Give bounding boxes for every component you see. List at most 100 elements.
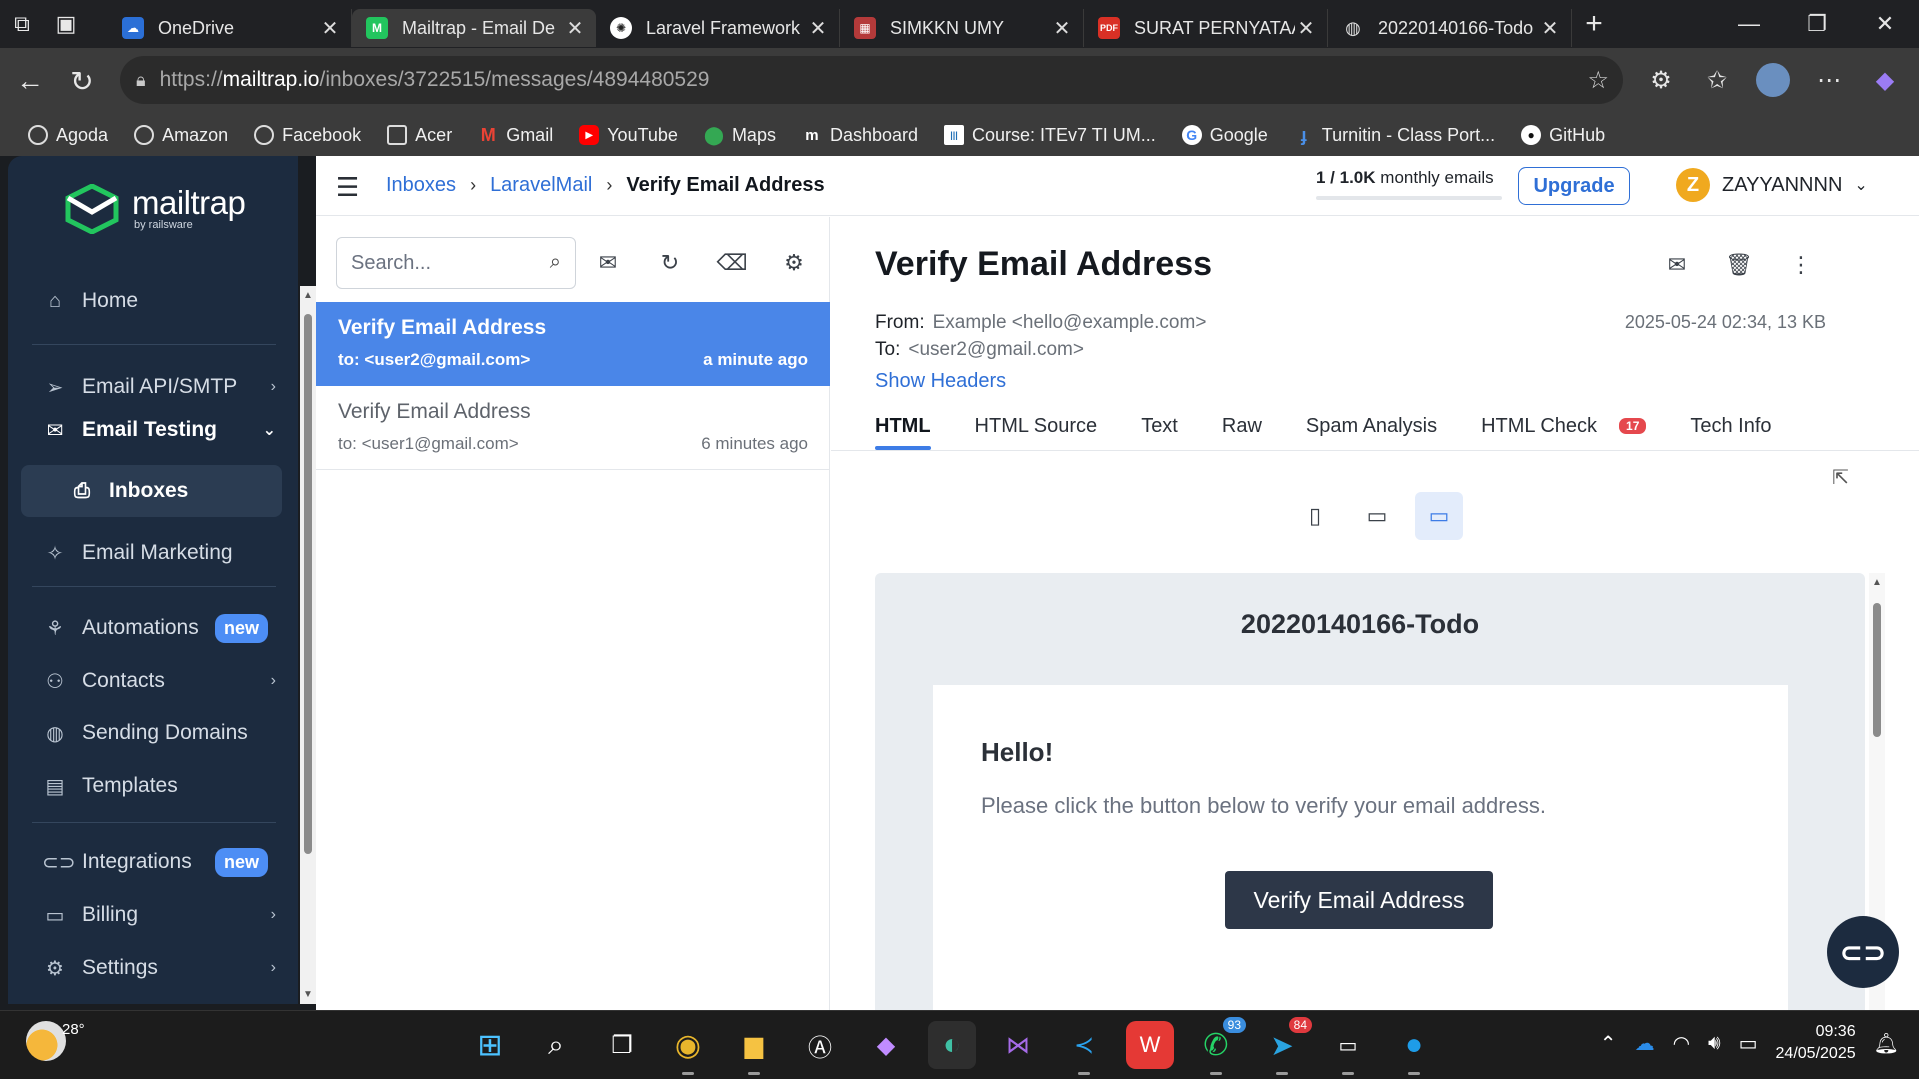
sidebar-item-inboxes[interactable]: ⎙ Inboxes <box>21 465 282 517</box>
chat-support-button[interactable]: ⊂⊃ <box>1827 916 1899 988</box>
file-explorer-icon[interactable]: ▆ <box>730 1021 778 1075</box>
sidebar-item-settings[interactable]: ⚙ Settings › <box>32 945 290 991</box>
show-headers-link[interactable]: Show Headers <box>875 370 1006 393</box>
chrome-icon[interactable]: ◉ <box>664 1021 712 1075</box>
close-tab-icon[interactable]: ✕ <box>1539 16 1561 41</box>
page-scrollbar[interactable]: ▲ ▼ <box>300 286 316 1004</box>
telegram-icon[interactable]: ➤ 84 <box>1258 1017 1312 1075</box>
vscode-icon[interactable]: ≺ <box>1060 1021 1108 1075</box>
bookmark[interactable]: ● GitHub <box>1511 118 1615 152</box>
lock-icon[interactable]: 🔒︎ <box>136 70 146 91</box>
close-window-icon[interactable]: ✕ <box>1851 0 1919 48</box>
more-menu-icon[interactable]: ⋯ <box>1805 56 1853 104</box>
browser-tab[interactable]: PDF SURAT PERNYATAA ✕ <box>1084 9 1328 47</box>
workspaces-icon[interactable]: ⧉ <box>0 0 44 48</box>
search-input[interactable]: Search... ⌕ <box>336 237 576 289</box>
tab-html-check[interactable]: HTML Check 17 <box>1481 402 1647 450</box>
bookmark[interactable]: ||| Course: ITEv7 TI UM... <box>934 118 1166 152</box>
edge-icon[interactable]: ◐ <box>928 1021 976 1069</box>
open-external-icon[interactable]: ⇱ <box>1832 465 1849 490</box>
copilot-icon[interactable]: ◆ <box>1861 56 1909 104</box>
sidebar-item-automations[interactable]: ⚘ Automations new <box>32 605 290 651</box>
desktop-view-icon[interactable]: ▭ <box>1415 492 1463 540</box>
list-item[interactable]: Verify Email Address to: <user2@gmail.co… <box>316 302 830 386</box>
sidebar-item-contacts[interactable]: ⚇ Contacts › <box>32 658 290 704</box>
restore-icon[interactable]: ❐ <box>1783 0 1851 48</box>
tab-raw[interactable]: Raw <box>1222 402 1262 450</box>
bookmark[interactable]: M Gmail <box>468 118 563 152</box>
new-tab-button[interactable]: + <box>1572 7 1616 41</box>
browser-tab[interactable]: ✺ Laravel Framework ✕ <box>596 9 840 47</box>
refresh-icon[interactable]: ↻ <box>652 245 688 281</box>
copilot-icon[interactable]: ◆ <box>862 1021 910 1069</box>
sidebar-item-templates[interactable]: ▤ Templates <box>32 763 290 809</box>
clean-inbox-icon[interactable]: ⌫ <box>714 245 750 281</box>
minimize-icon[interactable]: — <box>1715 0 1783 48</box>
sidebar-item-sending-domains[interactable]: ◍ Sending Domains <box>32 710 290 756</box>
scrollbar-thumb[interactable] <box>1873 603 1881 737</box>
volume-icon[interactable]: 🔊︎ <box>1708 1032 1721 1055</box>
scrollbar-thumb[interactable] <box>304 314 312 854</box>
sidebar-item-billing[interactable]: ▭ Billing › <box>32 892 290 938</box>
tab-html-source[interactable]: HTML Source <box>975 402 1098 450</box>
sidebar-item-home[interactable]: ⌂ Home <box>32 278 290 324</box>
sidebar-item-integrations[interactable]: ⊂⊃ Integrations new <box>32 839 290 885</box>
gear-icon[interactable]: ⚙ <box>776 245 812 281</box>
mobile-view-icon[interactable]: ▯ <box>1291 492 1339 540</box>
bookmark[interactable]: Agoda <box>18 118 118 152</box>
verify-email-button[interactable]: Verify Email Address <box>1225 871 1493 929</box>
mailtrap-logo[interactable]: mailtrap by railsware <box>64 184 246 234</box>
battery-icon[interactable]: ▭ <box>1739 1031 1758 1056</box>
back-icon[interactable]: ← <box>4 55 56 107</box>
tab-spam-analysis[interactable]: Spam Analysis <box>1306 402 1437 450</box>
close-tab-icon[interactable]: ✕ <box>1051 16 1073 41</box>
chevron-up-icon[interactable]: ⌃ <box>1600 1031 1617 1056</box>
favorite-star-icon[interactable]: ☆ <box>1587 66 1609 95</box>
app-icon[interactable]: ● <box>1390 1021 1438 1075</box>
tablet-view-icon[interactable]: ▭ <box>1353 492 1401 540</box>
browser-tab-active[interactable]: M Mailtrap - Email De ✕ <box>352 9 596 47</box>
close-tab-icon[interactable]: ✕ <box>1295 16 1317 41</box>
bookmark[interactable]: Amazon <box>124 118 238 152</box>
close-tab-icon[interactable]: ✕ <box>807 16 829 41</box>
browser-tab[interactable]: ▦ SIMKKN UMY ✕ <box>840 9 1084 47</box>
scroll-up-icon[interactable]: ▲ <box>1872 577 1882 588</box>
wifi-icon[interactable]: ◠ <box>1673 1031 1690 1056</box>
tab-actions-icon[interactable]: ▣ <box>44 0 88 48</box>
menu-toggle-icon[interactable]: ☰ <box>336 172 359 203</box>
url-field[interactable]: 🔒︎ https://mailtrap.io/inboxes/3722515/m… <box>120 56 1623 104</box>
bookmark[interactable]: G Google <box>1172 118 1278 152</box>
clock[interactable]: 09:36 24/05/2025 <box>1776 1021 1856 1065</box>
browser-tab[interactable]: ☁ OneDrive ✕ <box>108 9 352 47</box>
breadcrumb-inboxes[interactable]: Inboxes <box>386 174 456 197</box>
list-item[interactable]: Verify Email Address to: <user1@gmail.co… <box>316 386 830 470</box>
whatsapp-icon[interactable]: ✆ 93 <box>1192 1017 1246 1075</box>
user-menu[interactable]: Z ZAYYANNNN ⌄ <box>1676 168 1868 202</box>
sidebar-item-email-testing[interactable]: ✉ Email Testing ⌄ <box>32 407 290 453</box>
task-view-icon[interactable]: ❐ <box>598 1021 646 1069</box>
wps-office-icon[interactable]: W <box>1126 1021 1174 1069</box>
tab-text[interactable]: Text <box>1141 402 1178 450</box>
bookmark[interactable]: ▶ YouTube <box>569 118 688 152</box>
start-icon[interactable]: ⊞ <box>466 1021 514 1069</box>
bookmark[interactable]: ⬤ Maps <box>694 118 786 152</box>
search-icon[interactable]: ⌕ <box>532 1021 580 1069</box>
weather-widget[interactable]: 28° <box>26 1021 85 1061</box>
bookmark[interactable]: ɟ Turnitin - Class Port... <box>1284 118 1505 152</box>
forward-icon[interactable]: ✉ <box>1659 247 1695 283</box>
search-icon[interactable]: ⌕ <box>550 251 561 274</box>
scroll-up-icon[interactable]: ▲ <box>303 290 313 301</box>
tab-html[interactable]: HTML <box>875 402 931 450</box>
breadcrumb-inbox[interactable]: LaravelMail <box>490 174 592 197</box>
sidebar-item-email-api[interactable]: ➢ Email API/SMTP › <box>32 364 290 410</box>
bookmark[interactable]: m Dashboard <box>792 118 928 152</box>
close-tab-icon[interactable]: ✕ <box>564 16 586 41</box>
bookmark[interactable]: Acer <box>377 118 462 152</box>
trash-icon[interactable]: 🗑︎ <box>1721 247 1757 283</box>
close-tab-icon[interactable]: ✕ <box>319 16 341 41</box>
browser-tab[interactable]: ◍ 20220140166-Todo ✕ <box>1328 9 1572 47</box>
notification-icon[interactable]: 🔔︎ <box>1874 1031 1899 1056</box>
onedrive-icon[interactable]: ☁ <box>1635 1031 1655 1056</box>
bookmark[interactable]: Facebook <box>244 118 371 152</box>
extensions-icon[interactable]: ⚙ <box>1637 56 1685 104</box>
